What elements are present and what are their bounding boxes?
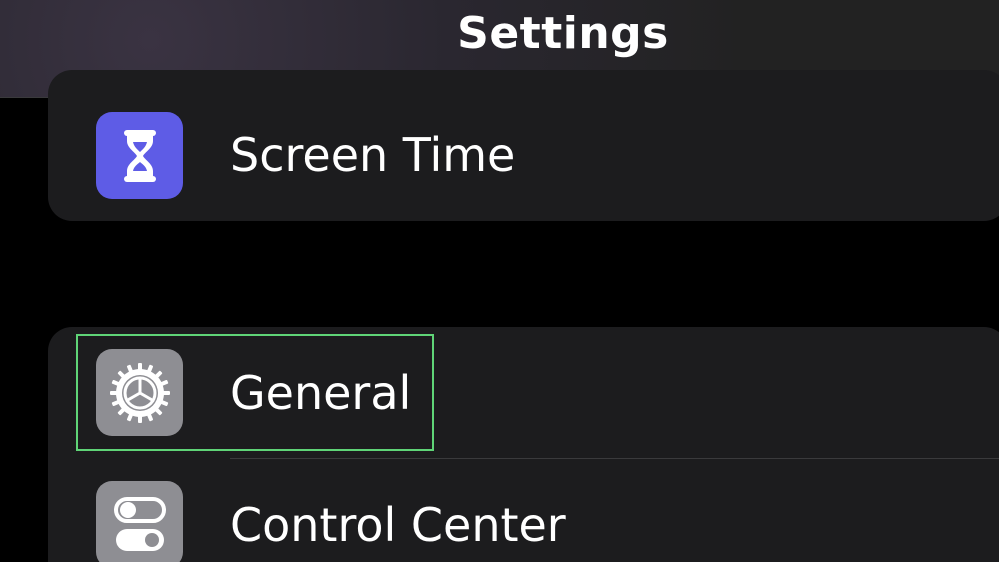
settings-group-screen-time: Screen Time [48,70,999,221]
settings-screen: Settings Screen Time General Control Cen… [0,0,999,562]
settings-row-label: General [230,366,412,420]
settings-group-general: General Control Center [48,327,999,562]
page-title: Settings [457,8,669,59]
settings-row-label: Control Center [230,498,566,552]
settings-row-label: Screen Time [230,128,516,182]
settings-row-general[interactable]: General [48,327,999,445]
settings-row-control-center[interactable]: Control Center [48,459,999,562]
settings-row-screen-time[interactable]: Screen Time [48,97,999,215]
hourglass-icon [96,112,183,199]
switches-icon [96,481,183,562]
gear-icon [96,349,183,436]
